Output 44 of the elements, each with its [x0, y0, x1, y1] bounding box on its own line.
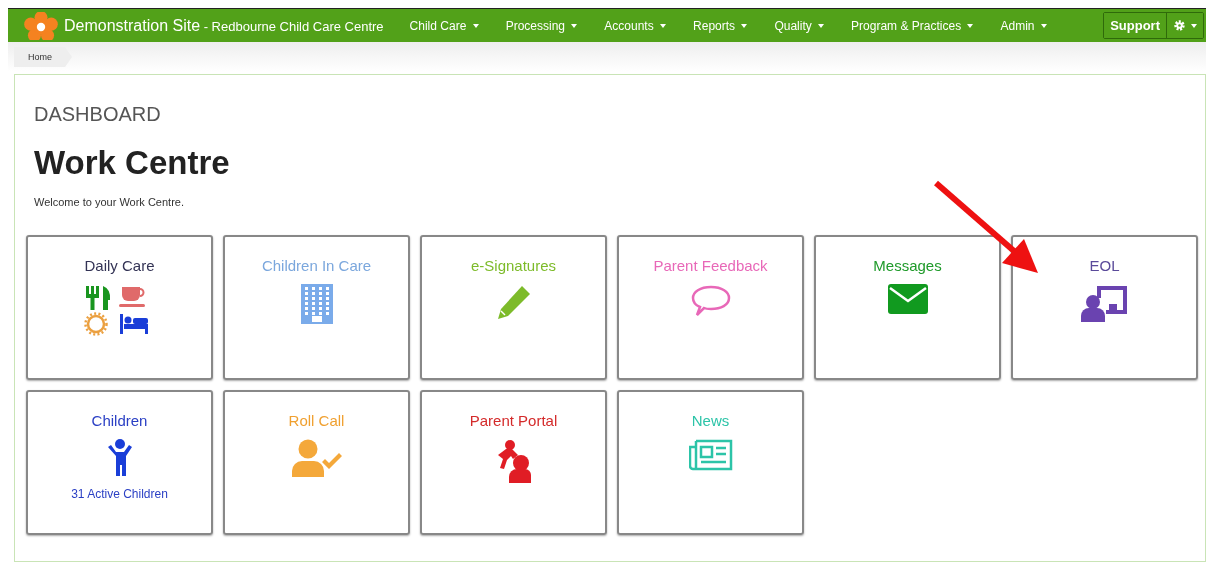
nav-menu[interactable]: Quality [774, 18, 825, 33]
tile-label: Parent Portal [469, 412, 558, 429]
tile-label: e-Signatures [470, 257, 557, 274]
envelope-icon [887, 284, 928, 314]
nav-menu[interactable]: Child Care [409, 18, 479, 33]
dashboard-tile[interactable]: Children In Care [223, 235, 410, 380]
dashboard-tile[interactable]: Roll Call [223, 390, 410, 535]
dashboard-tile[interactable]: Messages [814, 235, 1001, 380]
nav-menu[interactable]: Processing [505, 18, 578, 33]
settings-button[interactable] [1166, 13, 1203, 38]
flower-logo-icon [24, 11, 58, 40]
nav-menu[interactable]: Program & Practices [851, 18, 974, 33]
pencil-icon [495, 284, 532, 320]
dashboard-tile[interactable]: News [617, 390, 804, 535]
tile-label: News [691, 412, 730, 429]
teacher-board-icon [1080, 284, 1129, 322]
tile-label: Daily Care [84, 257, 155, 274]
page-title: Work Centre [34, 144, 231, 182]
dashboard-tile[interactable]: Parent Portal [420, 390, 607, 535]
newspaper-icon [688, 439, 733, 471]
dashboard-tile[interactable]: Children 31 Active Children [26, 390, 213, 535]
dashboard-tile[interactable]: Daily Care [26, 235, 213, 380]
breadcrumb-item[interactable]: Home [14, 47, 72, 67]
nav-menu[interactable]: Reports [693, 18, 748, 33]
building-icon [300, 284, 333, 324]
section-heading: DASHBOARD [34, 103, 162, 126]
dashboard-tile[interactable]: Parent Feedback [617, 235, 804, 380]
tile-label: Messages [873, 257, 942, 274]
tile-label: Parent Feedback [653, 257, 768, 274]
nav-menu[interactable]: Admin [1000, 18, 1047, 33]
tile-note: 31 Active Children [71, 487, 168, 501]
welcome-text: Welcome to your Work Centre. [34, 196, 185, 208]
dashboard-tile[interactable]: e-Signatures [420, 235, 607, 380]
nav-menu[interactable]: Accounts [604, 18, 667, 33]
tile-label: Children In Care [261, 257, 372, 274]
person-check-icon [291, 439, 342, 477]
site-title-link[interactable]: Demonstration Site - Redbourne Child Care Centre [64, 16, 384, 35]
tile-label: EOL [1089, 257, 1120, 274]
child-figure-icon [106, 439, 133, 477]
tile-label: Children [91, 412, 148, 429]
dashboard-tile[interactable]: EOL [1011, 235, 1198, 380]
tile-label: Roll Call [288, 412, 345, 429]
speech-bubble-icon [690, 284, 731, 318]
gear-icon [1173, 19, 1186, 32]
